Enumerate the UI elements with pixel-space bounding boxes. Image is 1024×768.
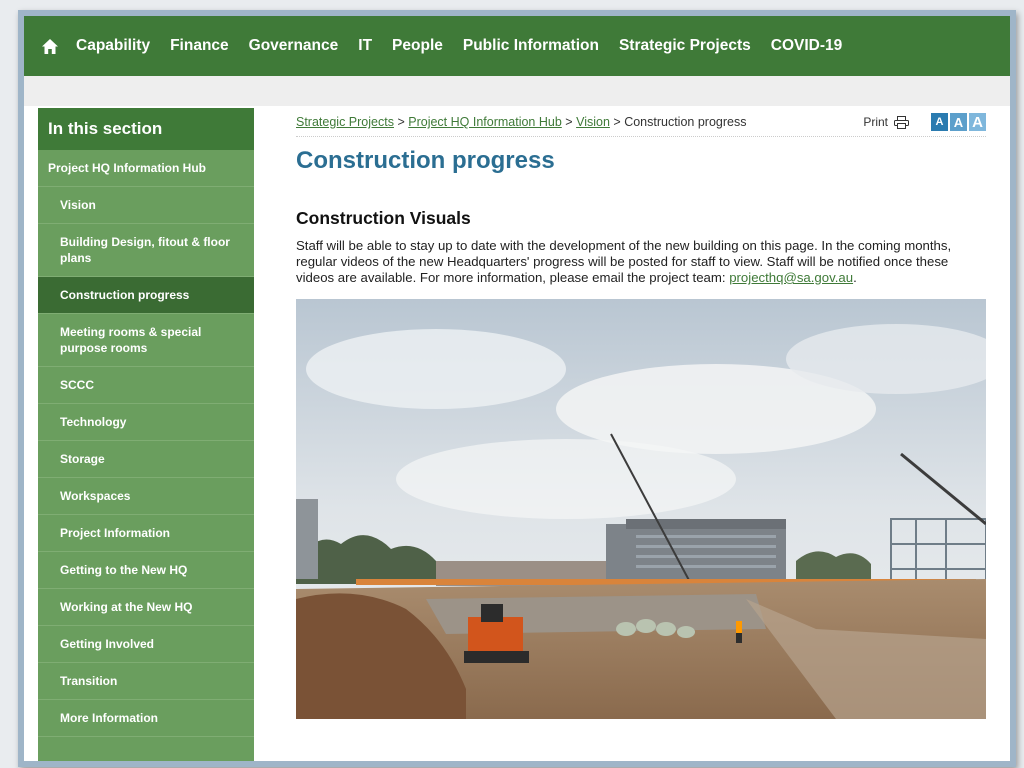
section-title: Construction Visuals (296, 208, 471, 228)
nav-it[interactable]: IT (358, 37, 372, 55)
intro-paragraph: Staff will be able to stay up to date wi… (296, 238, 986, 286)
sidebar-item-construction-progress[interactable]: Construction progress (38, 277, 254, 314)
nav-governance[interactable]: Governance (249, 37, 339, 55)
breadcrumb-link-project-hq[interactable]: Project HQ Information Hub (408, 115, 562, 129)
text-size-small-button[interactable]: A (931, 113, 948, 131)
sidebar-item-storage[interactable]: Storage (38, 441, 254, 478)
sidebar-item-getting-involved[interactable]: Getting Involved (38, 626, 254, 663)
browser-frame: Capability Finance Governance IT People … (18, 10, 1016, 767)
breadcrumb-separator: > (613, 115, 621, 129)
sidebar-item-getting-to-new-hq[interactable]: Getting to the New HQ (38, 552, 254, 589)
sidebar-item-vision[interactable]: Vision (38, 187, 254, 224)
sidebar-item-working-at-new-hq[interactable]: Working at the New HQ (38, 589, 254, 626)
nav-people[interactable]: People (392, 37, 443, 55)
main-content: Strategic Projects > Project HQ Informat… (296, 108, 986, 720)
sidebar-item-meeting-rooms[interactable]: Meeting rooms & special purpose rooms (38, 314, 254, 367)
home-icon[interactable] (24, 16, 76, 76)
email-link[interactable]: projecthq@sa.gov.au (729, 270, 853, 285)
sidebar-heading: In this section (38, 108, 254, 150)
sidebar-item-sccc[interactable]: SCCC (38, 367, 254, 404)
nav-strategic-projects[interactable]: Strategic Projects (619, 37, 751, 55)
top-navigation: Capability Finance Governance IT People … (24, 16, 1010, 76)
page-title: Construction progress (296, 147, 555, 174)
print-label: Print (863, 115, 888, 129)
breadcrumb-link-strategic-projects[interactable]: Strategic Projects (296, 115, 394, 129)
breadcrumb-bar: Strategic Projects > Project HQ Informat… (296, 108, 986, 137)
spacer-strip (24, 76, 1010, 106)
sidebar-item-more-information[interactable]: More Information (38, 700, 254, 737)
breadcrumb: Strategic Projects > Project HQ Informat… (296, 115, 746, 129)
sidebar-item-transition[interactable]: Transition (38, 663, 254, 700)
nav-finance[interactable]: Finance (170, 37, 229, 55)
breadcrumb-link-vision[interactable]: Vision (576, 115, 610, 129)
sidebar-item-technology[interactable]: Technology (38, 404, 254, 441)
section-sidebar: In this section Project HQ Information H… (38, 108, 254, 761)
page-tools: Print A A A (863, 113, 986, 131)
print-button[interactable]: Print (863, 115, 909, 129)
sidebar-item-project-information[interactable]: Project Information (38, 515, 254, 552)
breadcrumb-current: Construction progress (624, 115, 747, 129)
nav-covid-19[interactable]: COVID-19 (771, 37, 843, 55)
sidebar-item-project-hq-information-hub[interactable]: Project HQ Information Hub (38, 150, 254, 187)
sidebar-item-building-design[interactable]: Building Design, fitout & floor plans (38, 224, 254, 277)
intro-end: . (853, 270, 857, 285)
breadcrumb-separator: > (565, 115, 573, 129)
printer-icon (894, 115, 909, 129)
nav-public-information[interactable]: Public Information (463, 37, 599, 55)
nav-capability[interactable]: Capability (76, 37, 150, 55)
construction-site-photo (296, 299, 986, 720)
breadcrumb-separator: > (397, 115, 405, 129)
text-size-large-button[interactable]: A (969, 113, 986, 131)
sidebar-item-workspaces[interactable]: Workspaces (38, 478, 254, 515)
text-size-medium-button[interactable]: A (950, 113, 967, 131)
